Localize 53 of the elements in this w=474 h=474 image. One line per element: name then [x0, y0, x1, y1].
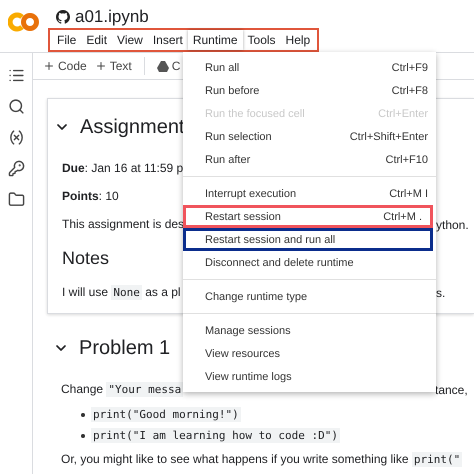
paragraph-text: ython. [436, 218, 469, 232]
menu-item[interactable]: View resources [183, 342, 436, 365]
menu-tab[interactable]: Insert [148, 30, 188, 50]
paragraph-text: Change [61, 382, 104, 396]
paragraph-text: Points: 10 [62, 189, 119, 203]
menu-item[interactable]: Disconnect and delete runtime [183, 251, 436, 274]
menu-item[interactable]: Run after Ctrl+F10 [183, 148, 436, 171]
menu-item[interactable]: Run all Ctrl+F9 [183, 56, 436, 79]
section-heading: Assignment [80, 116, 184, 138]
menu-item[interactable]: Change runtime type [183, 285, 436, 308]
paragraph-text: I will use [62, 285, 110, 299]
add-cell-button[interactable]: Code [41, 57, 89, 75]
inline-code: None [111, 284, 142, 300]
paragraph-text: Due: Jan 16 at 11:59 p [62, 161, 184, 175]
menu-item[interactable]: Manage sessions [183, 319, 436, 342]
section-heading: Notes [61, 248, 110, 268]
menu-item[interactable]: Restart session and run all [183, 228, 433, 251]
add-cell-button[interactable]: Text [92, 57, 134, 75]
inline-code: print(" [412, 452, 462, 466]
inline-code: "Your messa [106, 382, 184, 396]
menu-tab[interactable]: Edit [81, 30, 112, 50]
paragraph-text: Or, you might like to see what happens if you write something like [61, 452, 410, 466]
list-icon[interactable] [8, 67, 24, 84]
variable-icon[interactable] [8, 129, 24, 146]
paragraph-text: s. [436, 286, 446, 300]
search-icon[interactable] [8, 98, 24, 115]
inline-code: print("Good morning!") [91, 407, 241, 422]
logo-icon [8, 12, 40, 32]
folder-icon[interactable] [8, 191, 24, 208]
menu-item[interactable]: Interrupt execution Ctrl+M I [183, 182, 436, 205]
menu-item[interactable]: Run before Ctrl+F8 [183, 79, 436, 102]
menu-tab[interactable]: Help [280, 30, 316, 50]
menu-item[interactable]: Restart session Ctrl+M . [183, 205, 433, 228]
bullet-icon [81, 434, 85, 438]
notebook-title[interactable]: a01.ipynb [75, 7, 149, 27]
drive-button[interactable]: C [154, 57, 182, 75]
menu-tab[interactable]: Runtime [188, 30, 243, 50]
paragraph-text: This assignment is des [62, 217, 184, 231]
inline-code: print("I am learning how to code :D") [91, 428, 340, 443]
drive-icon [156, 60, 169, 72]
github-icon [56, 10, 70, 24]
plus-icon [43, 60, 55, 72]
menu-item[interactable]: View runtime logs [183, 365, 436, 388]
menu-item[interactable]: Run selection Ctrl+Shift+Enter [183, 125, 436, 148]
bullet-icon [81, 412, 85, 416]
paragraph-text: as a pl [144, 285, 181, 299]
key-icon[interactable] [8, 160, 24, 177]
menu-tab[interactable]: View [112, 30, 148, 50]
menu-tab[interactable]: File [52, 30, 82, 50]
section-heading: Problem 1 [79, 336, 170, 360]
paragraph-text: tance, [435, 383, 468, 397]
menu-tab[interactable]: Tools [242, 30, 281, 50]
plus-icon [94, 60, 107, 72]
